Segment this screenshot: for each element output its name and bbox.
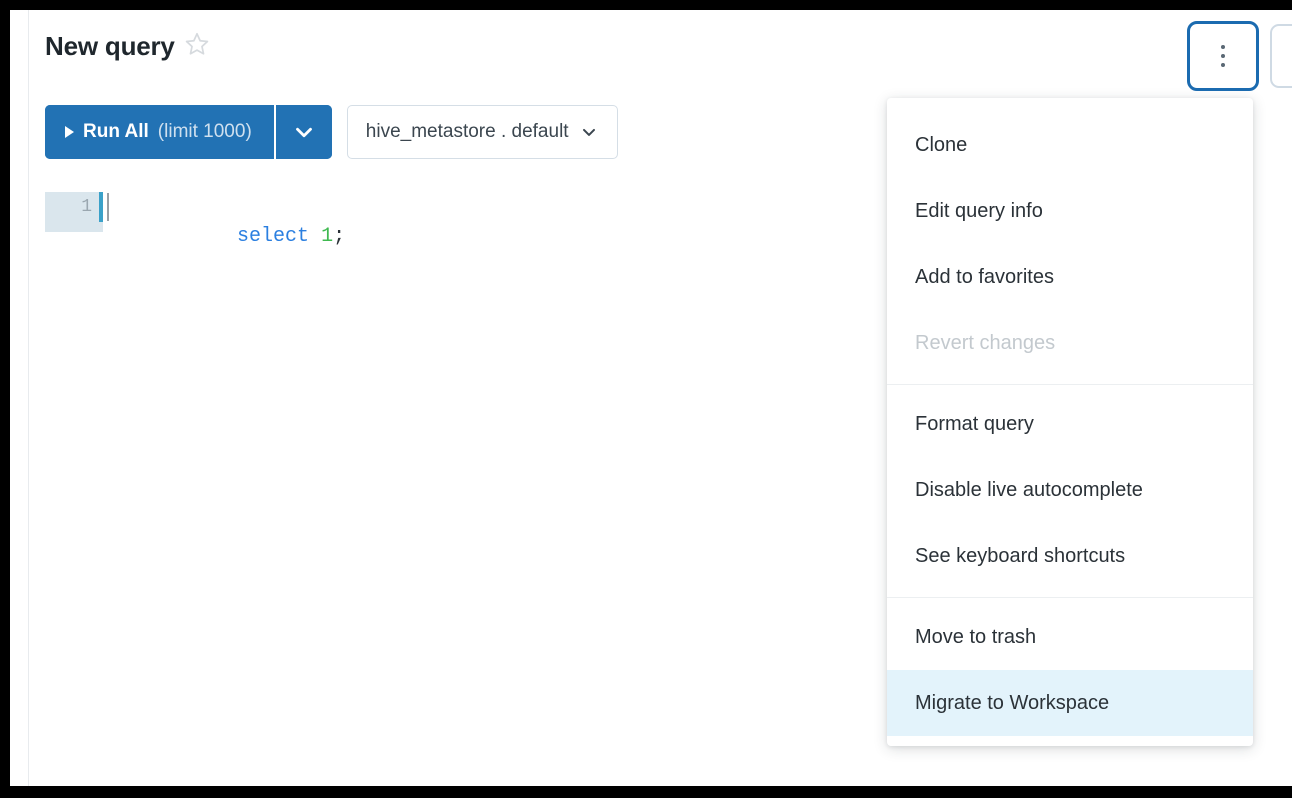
run-all-label: Run All <box>83 121 149 142</box>
menu-item-label: Add to favorites <box>915 265 1054 288</box>
query-header: New query <box>45 28 210 64</box>
menu-item-move-to-trash[interactable]: Move to trash <box>887 604 1253 670</box>
menu-item-format-query[interactable]: Format query <box>887 391 1253 457</box>
catalog-schema-selector[interactable]: hive_metastore . default <box>346 105 618 159</box>
menu-item-add-to-favorites[interactable]: Add to favorites <box>887 244 1253 310</box>
app-viewport: New query Run All (limit 1000) hive_meta… <box>10 10 1292 786</box>
sql-keyword-token: select <box>237 225 310 248</box>
kebab-menu-icon <box>1221 45 1225 67</box>
window-frame: New query Run All (limit 1000) hive_meta… <box>0 0 1292 798</box>
menu-group-2: Format query Disable live autocomplete S… <box>887 391 1253 589</box>
sql-punctuation-token: ; <box>333 225 346 248</box>
menu-item-clone[interactable]: Clone <box>887 112 1253 178</box>
star-outline-icon[interactable] <box>184 31 210 62</box>
run-limit-label: (limit 1000) <box>157 121 252 142</box>
menu-item-revert-changes: Revert changes <box>887 310 1253 376</box>
chevron-down-icon <box>582 128 595 136</box>
overflow-menu-button[interactable] <box>1187 21 1259 91</box>
menu-item-label: See keyboard shortcuts <box>915 544 1126 567</box>
play-triangle-icon <box>65 126 74 138</box>
menu-item-label: Edit query info <box>915 199 1043 222</box>
run-all-button[interactable]: Run All (limit 1000) <box>45 105 274 159</box>
menu-divider-1 <box>887 384 1253 385</box>
menu-item-label: Clone <box>915 133 968 156</box>
overflow-dropdown-menu: Clone Edit query info Add to favorites R… <box>887 98 1253 746</box>
menu-group-1: Clone Edit query info Add to favorites R… <box>887 112 1253 376</box>
query-toolbar: Run All (limit 1000) hive_metastore . de… <box>45 105 618 159</box>
menu-item-label: Migrate to Workspace <box>915 691 1110 714</box>
menu-item-migrate-to-workspace[interactable]: Migrate to Workspace <box>887 670 1253 736</box>
menu-item-label: Revert changes <box>915 331 1056 354</box>
chevron-down-icon <box>295 127 312 138</box>
menu-item-edit-query-info[interactable]: Edit query info <box>887 178 1253 244</box>
menu-item-label: Disable live autocomplete <box>915 478 1143 501</box>
catalog-schema-value: hive_metastore . default <box>365 121 569 142</box>
menu-group-3: Move to trash Migrate to Workspace <box>887 604 1253 736</box>
page-title: New query <box>45 31 175 61</box>
menu-item-disable-live-autocomplete[interactable]: Disable live autocomplete <box>887 457 1253 523</box>
menu-item-label: Move to trash <box>915 625 1037 648</box>
menu-divider-2 <box>887 597 1253 598</box>
sql-number-token: 1 <box>321 225 334 248</box>
sql-space-token <box>309 225 321 248</box>
editor-line-number: 1 <box>45 192 103 232</box>
adjacent-toolbar-button[interactable] <box>1270 24 1292 88</box>
menu-item-label: Format query <box>915 412 1034 435</box>
text-cursor <box>107 193 109 221</box>
run-options-dropdown-button[interactable] <box>275 105 332 159</box>
menu-item-see-keyboard-shortcuts[interactable]: See keyboard shortcuts <box>887 523 1253 589</box>
run-all-button-group: Run All (limit 1000) <box>45 105 332 159</box>
